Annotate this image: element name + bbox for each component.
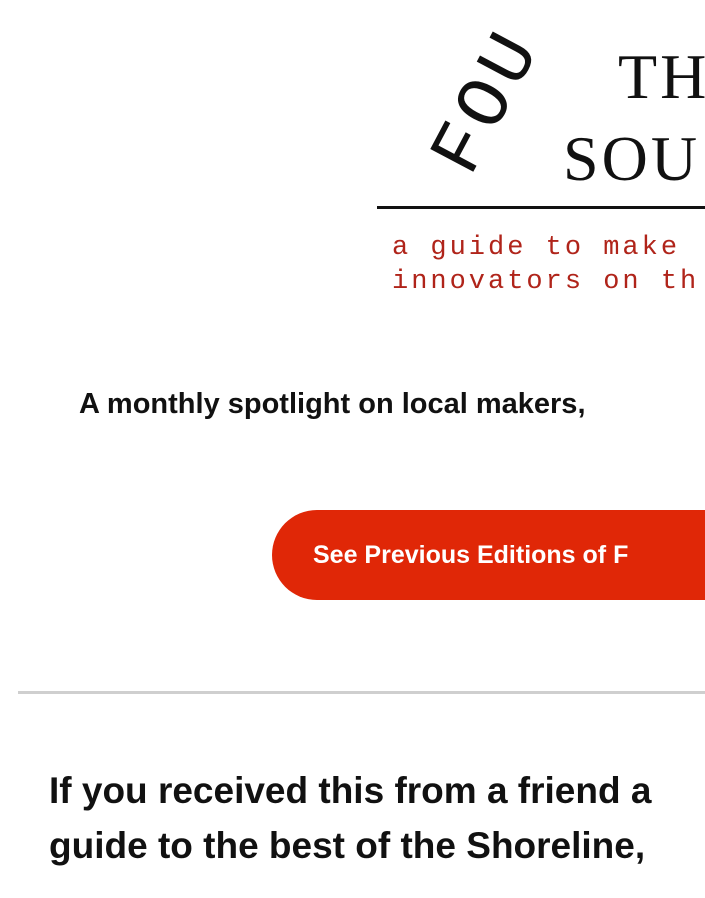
- section-divider: [18, 691, 705, 694]
- logo-word-found: FOU: [416, 16, 561, 189]
- subscribe-message-line-2: guide to the best of the Shoreline,: [49, 825, 646, 866]
- newsletter-logo: FOU TH SOU a guide to make innovators on…: [0, 0, 705, 310]
- logo-subtitle-line-2: innovators on th: [392, 267, 699, 297]
- logo-title-line-2: SOU: [563, 123, 700, 194]
- logo-artwork: FOU TH SOU a guide to make innovators on…: [377, 16, 705, 297]
- logo-rule: [377, 206, 705, 209]
- logo-title-line-1: TH: [618, 41, 705, 112]
- see-previous-editions-label: See Previous Editions of F: [313, 541, 629, 569]
- subscribe-message-line-1: If you received this from a friend a: [49, 770, 652, 811]
- tagline: A monthly spotlight on local makers,: [79, 388, 586, 420]
- see-previous-editions-button[interactable]: See Previous Editions of F: [272, 510, 705, 600]
- subscribe-message: If you received this from a friend a gui…: [49, 763, 705, 873]
- logo-subtitle-line-1: a guide to make: [392, 233, 680, 263]
- newsletter-page: FOU TH SOU a guide to make innovators on…: [0, 0, 705, 898]
